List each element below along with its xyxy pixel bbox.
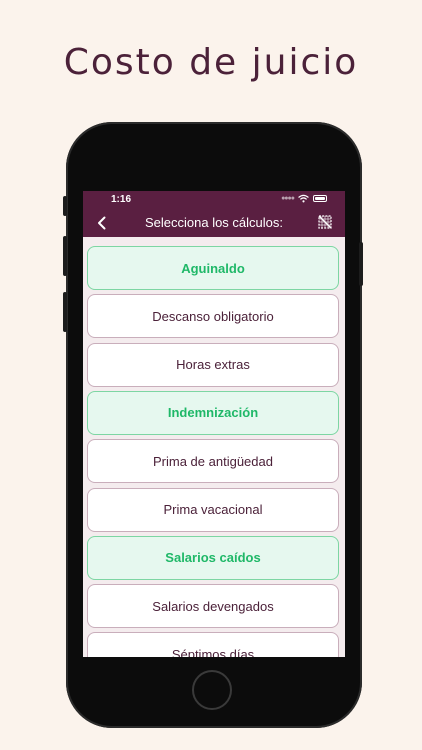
calculation-option[interactable]: Séptimos días [87,632,339,657]
calculation-option[interactable]: Horas extras [87,342,339,387]
navigation-bar: Selecciona los cálculos: [83,208,345,237]
deselect-all-button[interactable] [317,214,333,230]
calculation-option[interactable]: Indemnización [87,390,339,435]
wifi-icon [298,194,309,203]
phone-power-button [359,242,363,286]
phone-volume-down [63,292,67,332]
marketing-headline: Costo de juicio [63,42,359,83]
chevron-left-icon [98,216,106,230]
calculation-option[interactable]: Descanso obligatorio [87,294,339,339]
phone-volume-up [63,236,67,276]
battery-icon [313,195,327,202]
deselect-grid-icon [318,215,332,229]
status-time: 1:16 [111,194,132,205]
calculation-option[interactable]: Aguinaldo [87,246,339,290]
cellular-signal-icon: ●●●● [281,195,295,202]
app-screen: 1:16 ●●●● Selecciona los cálculos: Aguin… [83,191,345,657]
calculation-option[interactable]: Salarios devengados [87,584,339,629]
home-button[interactable] [192,670,232,710]
page-title: Selecciona los cálculos: [144,215,284,230]
status-bar: 1:16 ●●●● [83,191,345,208]
back-button[interactable] [91,212,113,234]
phone-mute-switch [63,196,67,216]
calculation-option[interactable]: Prima de antigüedad [87,439,339,484]
calculation-option[interactable]: Prima vacacional [87,487,339,532]
calculation-option[interactable]: Salarios caídos [87,535,339,580]
status-indicators: ●●●● [281,194,327,203]
